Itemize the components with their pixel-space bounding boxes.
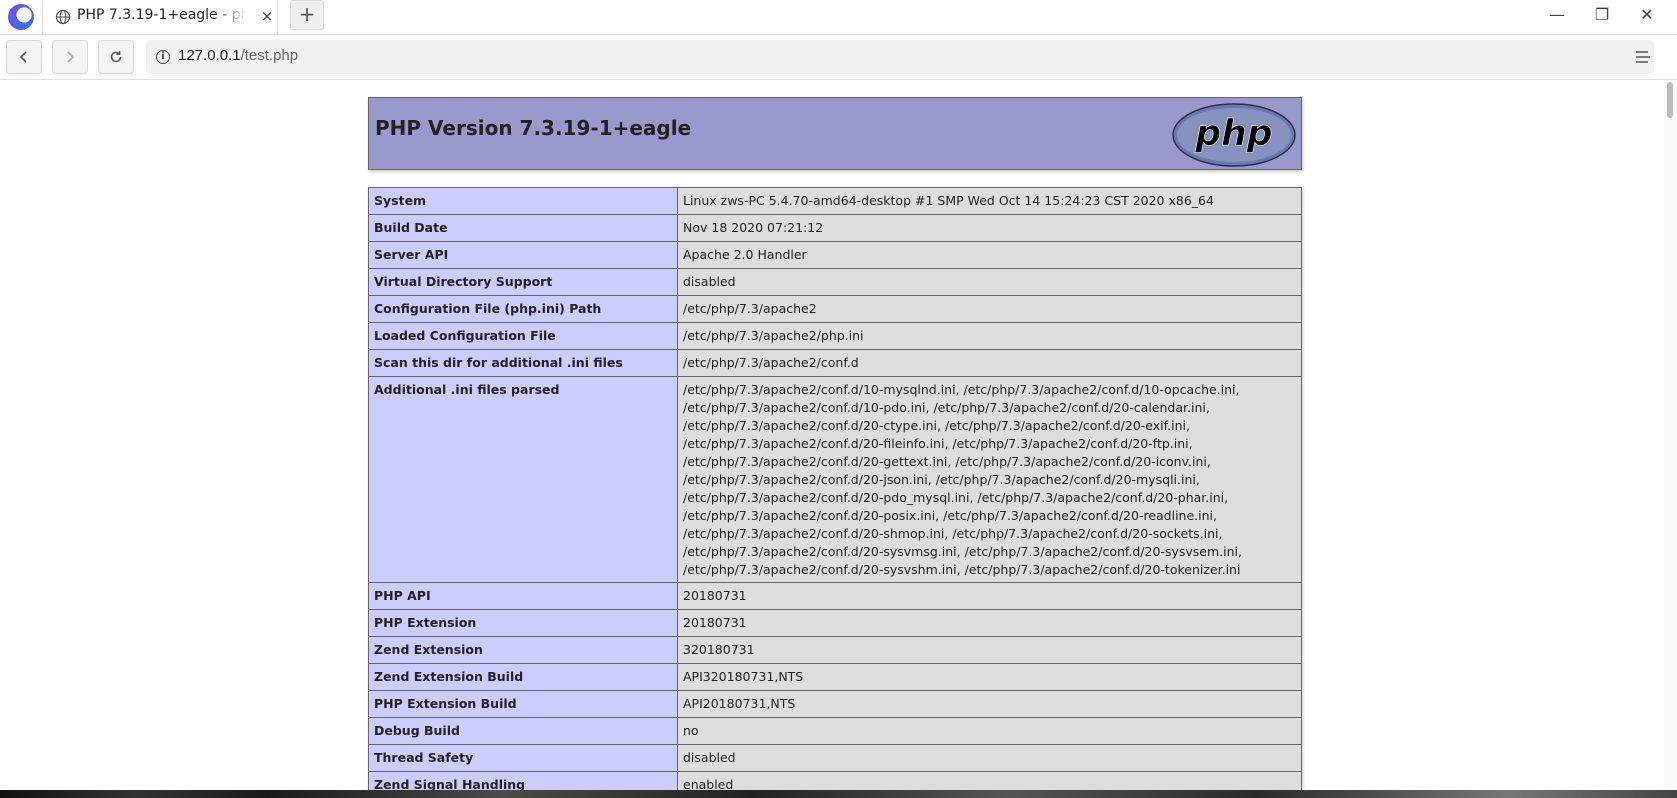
- row-label: Zend Signal Handling: [368, 771, 678, 790]
- row-value: Nov 18 2020 07:21:12: [677, 214, 1302, 242]
- table-row: Thread Safety disabled: [368, 744, 1302, 772]
- row-value: API20180731,NTS: [677, 690, 1302, 718]
- table-row: PHP Extension Build API20180731,NTS: [368, 690, 1302, 718]
- row-value: /etc/php/7.3/apache2/conf.d: [677, 349, 1302, 377]
- php-version-header: PHP Version 7.3.19-1+eagle php: [368, 97, 1302, 170]
- table-row: Loaded Configuration File/etc/php/7.3/ap…: [368, 322, 1302, 350]
- tab-title: PHP 7.3.19-1+eagle - phpinfo(): [77, 7, 247, 23]
- table-row: Zend Extension Build API320180731,NTS: [368, 663, 1302, 691]
- table-row: Debug Build no: [368, 717, 1302, 745]
- ini-file-line: /etc/php/7.3/apache2/conf.d/20-posix.ini…: [683, 508, 1217, 523]
- table-row: Configuration File (php.ini) Path/etc/ph…: [368, 295, 1302, 323]
- address-bar[interactable]: i 127.0.0.1/test.php ☆: [146, 40, 1654, 74]
- row-label: PHP Extension: [368, 609, 678, 637]
- row-value: /etc/php/7.3/apache2/conf.d/10-mysqlnd.i…: [677, 376, 1302, 583]
- table-row: Virtual Directory Support disabled: [368, 268, 1302, 296]
- table-row: Build Date Nov 18 2020 07:21:12: [368, 214, 1302, 242]
- row-value: API320180731,NTS: [677, 663, 1302, 691]
- table-row: Scan this dir for additional .ini files /…: [368, 349, 1302, 377]
- row-label: Zend Extension: [368, 636, 678, 664]
- table-row: Zend Signal Handling enabled: [368, 771, 1302, 790]
- back-icon: [19, 51, 27, 63]
- url-host: 127.0.0.1: [178, 47, 241, 64]
- window-close-icon[interactable]: ✕: [1632, 2, 1662, 28]
- browser-logo-icon[interactable]: [8, 4, 34, 30]
- row-label: Loaded Configuration File: [368, 322, 678, 350]
- row-label: Additional .ini files parsed: [368, 376, 678, 583]
- new-tab-button[interactable]: +: [290, 0, 324, 30]
- info-icon[interactable]: i: [156, 50, 170, 64]
- globe-icon: [55, 9, 71, 25]
- ini-file-line: /etc/php/7.3/apache2/conf.d/20-ctype.ini…: [683, 418, 1190, 433]
- reload-button[interactable]: [98, 40, 134, 74]
- row-value: disabled: [677, 744, 1302, 772]
- row-label: Zend Extension Build: [368, 663, 678, 691]
- back-button[interactable]: [6, 40, 42, 74]
- row-label: PHP API: [368, 582, 678, 610]
- desktop-background-strip: [0, 790, 1677, 798]
- menu-icon[interactable]: [1632, 40, 1654, 74]
- tab-bar: PHP 7.3.19-1+eagle - phpinfo() × + — ❐ ✕: [0, 0, 1677, 35]
- ini-file-line: /etc/php/7.3/apache2/conf.d/20-sysvmsg.i…: [683, 544, 1242, 559]
- table-row: System Linux zws-PC 5.4.70-amd64-desktop …: [368, 187, 1302, 215]
- table-row: PHP Extension 20180731: [368, 609, 1302, 637]
- vertical-scrollbar[interactable]: [1664, 80, 1677, 790]
- reload-icon: [110, 51, 122, 63]
- row-label: Scan this dir for additional .ini files: [368, 349, 678, 377]
- row-value: 320180731: [677, 636, 1302, 664]
- table-row: Server API Apache 2.0 Handler: [368, 241, 1302, 269]
- forward-icon: [67, 51, 75, 63]
- table-row: PHP API 20180731: [368, 582, 1302, 610]
- row-value: no: [677, 717, 1302, 745]
- row-label: Server API: [368, 241, 678, 269]
- row-label: Configuration File (php.ini) Path: [368, 295, 678, 323]
- url-text[interactable]: 127.0.0.1/test.php: [178, 47, 298, 64]
- php-logo-text: php: [1194, 113, 1272, 154]
- row-label: PHP Extension Build: [368, 690, 678, 718]
- row-label: Thread Safety: [368, 744, 678, 772]
- table-row: Additional .ini files parsed/etc/php/7.3…: [368, 376, 1302, 583]
- row-value: disabled: [677, 268, 1302, 296]
- tab-close-icon[interactable]: ×: [257, 5, 277, 27]
- toolbar: i 127.0.0.1/test.php ☆: [0, 35, 1677, 80]
- ini-file-line: /etc/php/7.3/apache2/conf.d/20-shmop.ini…: [683, 526, 1223, 541]
- url-path: /test.php: [240, 47, 299, 64]
- row-value: /etc/php/7.3/apache2: [677, 295, 1302, 323]
- ini-file-line: /etc/php/7.3/apache2/conf.d/20-gettext.i…: [683, 454, 1211, 469]
- tab-active[interactable]: PHP 7.3.19-1+eagle - phpinfo() ×: [42, 0, 278, 34]
- ini-file-line: /etc/php/7.3/apache2/conf.d/20-fileinfo.…: [683, 436, 1193, 451]
- minimize-icon[interactable]: —: [1542, 2, 1572, 28]
- row-value: 20180731: [677, 609, 1302, 637]
- ini-file-line: /etc/php/7.3/apache2/conf.d/20-json.ini,…: [683, 472, 1200, 487]
- row-label: Virtual Directory Support: [368, 268, 678, 296]
- row-value: 20180731: [677, 582, 1302, 610]
- forward-button[interactable]: [52, 40, 88, 74]
- row-value: Linux zws-PC 5.4.70-amd64-desktop #1 SMP…: [677, 187, 1302, 215]
- ini-file-line: /etc/php/7.3/apache2/conf.d/20-sysvshm.i…: [683, 562, 1241, 577]
- row-label: Debug Build: [368, 717, 678, 745]
- scrollbar-thumb[interactable]: [1667, 82, 1673, 118]
- php-logo[interactable]: php: [1172, 103, 1296, 167]
- ini-file-line: /etc/php/7.3/apache2/conf.d/10-mysqlnd.i…: [683, 382, 1240, 397]
- ini-file-line: /etc/php/7.3/apache2/conf.d/10-pdo.ini, …: [683, 400, 1210, 415]
- table-row: Zend Extension 320180731: [368, 636, 1302, 664]
- row-value: Apache 2.0 Handler: [677, 241, 1302, 269]
- row-value: /etc/php/7.3/apache2/php.ini: [677, 322, 1302, 350]
- row-label: Build Date: [368, 214, 678, 242]
- ini-file-line: /etc/php/7.3/apache2/conf.d/20-pdo_mysql…: [683, 490, 1229, 505]
- restore-icon[interactable]: ❐: [1587, 2, 1617, 28]
- php-info-table: System Linux zws-PC 5.4.70-amd64-desktop …: [368, 187, 1302, 790]
- row-label: System: [368, 187, 678, 215]
- page-title: PHP Version 7.3.19-1+eagle: [375, 116, 692, 140]
- page-viewport: PHP Version 7.3.19-1+eagle php System Lin…: [0, 80, 1664, 790]
- row-value: enabled: [677, 771, 1302, 790]
